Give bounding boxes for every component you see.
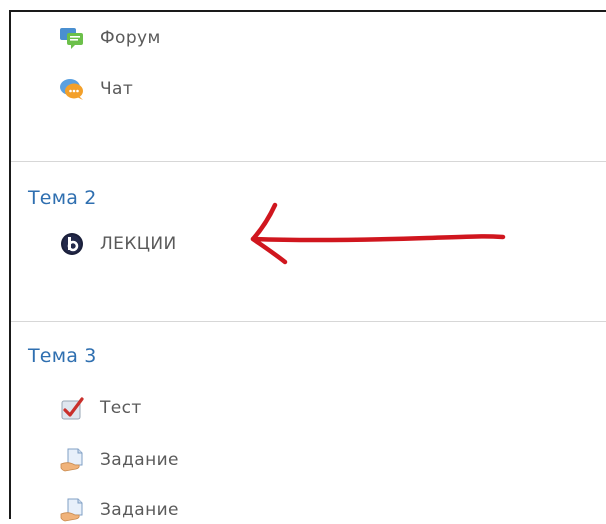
bigbluebutton-icon [59,231,85,257]
course-content: Форум Чат Тема 2 ЛЕКЦИИ Тема 3 Тест Зада… [9,10,606,522]
quiz-icon [59,395,85,421]
activity-label: ЛЕКЦИИ [100,234,177,254]
chat-icon [59,76,85,102]
activity-label: Форум [100,28,161,48]
activity-lectures[interactable]: ЛЕКЦИИ [59,230,177,258]
activity-assignment[interactable]: Задание [59,496,179,524]
activity-label: Задание [100,450,179,470]
section-divider [11,321,606,322]
section-divider [11,161,606,162]
forum-icon [59,25,85,51]
assignment-icon [59,447,85,473]
activity-label: Задание [100,500,179,520]
activity-label: Чат [100,79,134,99]
activity-assignment[interactable]: Задание [59,446,179,474]
activity-quiz[interactable]: Тест [59,394,142,422]
section-title-tema-3[interactable]: Тема 3 [28,345,97,367]
activity-forum[interactable]: Форум [59,24,161,52]
section-title-tema-2[interactable]: Тема 2 [28,187,97,209]
activity-label: Тест [100,398,142,418]
assignment-icon [59,497,85,523]
corner-mark [0,0,9,10]
activity-chat[interactable]: Чат [59,75,133,103]
